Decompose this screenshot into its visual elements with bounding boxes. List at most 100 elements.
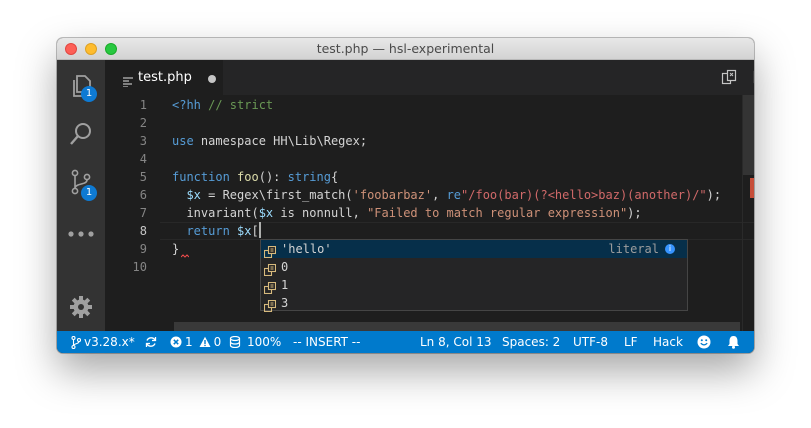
code-token: re [446, 188, 462, 202]
status-bar: v3.28.x* 1 0 100% -- INSERT -- Ln 8, Col… [57, 331, 754, 353]
search-icon [70, 123, 91, 145]
code-text: } [172, 240, 179, 258]
info-icon[interactable]: i [665, 244, 675, 254]
error-count: 1 [185, 335, 193, 349]
code-text: $x = Regex\first_match('foobarbaz', re"/… [172, 186, 721, 204]
notifications-bell-icon [728, 336, 739, 349]
code-token: = Regex\first_match( [200, 188, 353, 202]
code-line[interactable]: 1 <?hh // strict [105, 96, 754, 114]
activity-bar: 1 1 [57, 60, 105, 331]
suggest-widget: 'hello' literal i 0 1 3 [260, 239, 688, 313]
code-token: function [172, 170, 230, 184]
vim-mode-status: -- INSERT -- [293, 335, 361, 349]
activity-search[interactable] [67, 120, 95, 148]
code-token: 'foobarbaz' [352, 188, 433, 202]
unsaved-indicator[interactable] [208, 75, 216, 83]
suggestion-detail: literal [608, 242, 659, 256]
suggestion-label: 0 [281, 260, 289, 274]
tab-bar: test.php [105, 60, 754, 95]
open-changes-icon [721, 69, 737, 85]
zoom-level: 100% [247, 335, 282, 349]
code-token: string [287, 170, 331, 184]
code-line[interactable]: 8 return $x[ [105, 222, 754, 240]
code-line[interactable]: 5 function foo(): string{ [105, 168, 754, 186]
code-token: "Failed to match regular expression" [367, 206, 628, 220]
activity-settings[interactable] [67, 293, 95, 321]
code-text: function foo(): string{ [172, 168, 338, 186]
feedback-smiley-icon [697, 335, 711, 349]
line-number: 5 [139, 170, 147, 184]
problems-status[interactable]: 1 0 [170, 331, 221, 353]
explorer-badge: 1 [81, 86, 97, 102]
activity-source-control[interactable]: 1 [67, 168, 97, 201]
line-number: 8 [139, 224, 147, 238]
indentation-status[interactable]: Spaces: 2 [502, 331, 560, 353]
code-token: namespace HH\Lib\Regex; [193, 134, 368, 148]
language-mode-status[interactable]: Hack [653, 331, 683, 353]
line-number: 1 [139, 98, 147, 112]
code-token: return [186, 224, 230, 238]
zoom-status[interactable]: 100% [229, 331, 281, 353]
scm-badge: 1 [81, 185, 97, 201]
code-text: use namespace HH\Lib\Regex; [172, 132, 367, 150]
split-editor-button[interactable] [752, 68, 754, 86]
suggestion-label: 3 [281, 296, 289, 310]
code-token: } [172, 242, 180, 256]
feedback-button[interactable] [697, 331, 711, 353]
code-token: (): [258, 170, 288, 184]
more-icon [68, 231, 94, 237]
code-line[interactable]: 4 [105, 150, 754, 168]
eol-status[interactable]: LF [624, 331, 638, 353]
sync-button[interactable] [145, 331, 157, 353]
title-bar: test.php — hsl-experimental [57, 38, 754, 60]
code-text: <?hh // strict [172, 96, 273, 114]
vertical-scrollbar-thumb[interactable] [743, 95, 754, 175]
activity-more[interactable] [67, 220, 95, 248]
line-number: 7 [139, 206, 147, 220]
code-line[interactable]: 6 $x = Regex\first_match('foobarbaz', re… [105, 186, 754, 204]
code-token: $x [258, 206, 274, 220]
line-number: 2 [139, 116, 147, 130]
code-text: return $x[ [172, 222, 261, 240]
line-number: 3 [139, 134, 147, 148]
vscode-window: test.php — hsl-experimental 1 1 test.php… [57, 38, 754, 353]
code-token: "/foo(bar)(?<hello>baz)(another)/" [461, 188, 707, 202]
code-text: invariant($x is nonnull, "Failed to matc… [172, 204, 642, 222]
tab-test-php[interactable]: test.php [105, 60, 223, 95]
suggestion-item[interactable]: 3 [261, 294, 687, 313]
warning-icon [199, 336, 211, 347]
warning-count: 0 [213, 335, 222, 349]
suggestion-item[interactable]: 'hello' literal i [261, 240, 687, 259]
code-token: $x [186, 188, 201, 202]
activity-explorer[interactable]: 1 [67, 72, 97, 102]
suggestion-item[interactable]: 1 [261, 276, 687, 295]
code-token: <?hh [172, 98, 209, 112]
code-line[interactable]: 3 use namespace HH\Lib\Regex; [105, 132, 754, 150]
code-line[interactable]: 7 invariant($x is nonnull, "Failed to ma… [105, 204, 754, 222]
split-editor-icon [753, 70, 754, 84]
open-changes-button[interactable] [720, 68, 738, 86]
line-number: 10 [132, 260, 147, 274]
error-icon [170, 336, 182, 348]
cursor-position-status[interactable]: Ln 8, Col 13 [420, 331, 492, 353]
code-token: use [172, 134, 194, 148]
horizontal-scrollbar-thumb[interactable] [174, 322, 740, 331]
suggestion-label: 'hello' [281, 242, 332, 256]
line-number: 6 [139, 188, 147, 202]
git-branch-status[interactable]: v3.28.x* [71, 331, 135, 353]
zoom-icon [229, 336, 241, 348]
encoding-status[interactable]: UTF-8 [573, 331, 608, 353]
code-token: foo [237, 170, 259, 184]
code-token: ); [706, 188, 722, 202]
suggestion-item[interactable]: 0 [261, 258, 687, 277]
branch-name: v3.28.x* [84, 335, 135, 349]
notifications-button[interactable] [727, 331, 740, 353]
code-token: ); [627, 206, 642, 220]
code-line[interactable]: 2 [105, 114, 754, 132]
code-token: // strict [208, 98, 274, 112]
code-token: $x [237, 224, 252, 238]
